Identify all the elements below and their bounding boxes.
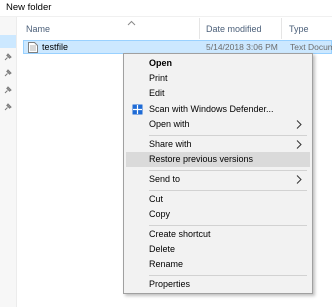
column-type[interactable]: Type: [289, 24, 309, 34]
menu-item-send-to[interactable]: Send to: [126, 172, 310, 187]
menu-item-create-shortcut[interactable]: Create shortcut: [126, 227, 310, 242]
menu-item-properties[interactable]: Properties: [126, 277, 310, 292]
title-bar: New folder: [0, 0, 332, 17]
file-row[interactable]: testfile 5/14/2018 3:06 PM Text Docum: [23, 40, 332, 54]
navigation-pane[interactable]: [0, 17, 17, 307]
context-menu: Open Print Edit Scan with Windows Defend…: [123, 53, 313, 294]
menu-item-share-with[interactable]: Share with: [126, 137, 310, 152]
column-date-modified[interactable]: Date modified: [206, 24, 262, 34]
menu-separator: [149, 190, 307, 191]
pin-icon: [3, 53, 12, 62]
sort-ascending-icon: [127, 18, 136, 26]
menu-item-label: Cut: [149, 194, 164, 204]
menu-separator: [149, 170, 307, 171]
pin-icon: [3, 103, 12, 112]
window-title: New folder: [6, 2, 52, 13]
text-file-icon: [28, 42, 38, 53]
menu-item-label: Delete: [149, 244, 176, 254]
menu-item-label: Open with: [149, 119, 190, 129]
menu-item-label: Rename: [149, 259, 184, 269]
column-divider[interactable]: [281, 18, 282, 39]
menu-item-label: Send to: [149, 174, 181, 184]
menu-item-label: Print: [149, 73, 168, 83]
windows-defender-icon: [132, 104, 143, 115]
menu-item-restore-previous-versions[interactable]: Restore previous versions: [126, 152, 310, 167]
menu-item-label: Share with: [149, 139, 192, 149]
menu-item-copy[interactable]: Copy: [126, 207, 310, 222]
menu-separator: [149, 275, 307, 276]
pin-icon: [3, 86, 12, 95]
file-type: Text Docum: [290, 42, 332, 52]
menu-item-cut[interactable]: Cut: [126, 192, 310, 207]
menu-item-label: Edit: [149, 88, 165, 98]
menu-item-scan-windows-defender[interactable]: Scan with Windows Defender...: [126, 102, 310, 117]
menu-item-label: Open: [149, 58, 173, 68]
menu-item-print[interactable]: Print: [126, 71, 310, 86]
menu-item-edit[interactable]: Edit: [126, 86, 310, 101]
file-date-modified: 5/14/2018 3:06 PM: [206, 42, 278, 52]
menu-item-label: Properties: [149, 279, 191, 289]
submenu-arrow-icon: [296, 120, 302, 129]
column-header: Name Date modified Type: [17, 17, 332, 39]
menu-item-delete[interactable]: Delete: [126, 242, 310, 257]
menu-item-open-with[interactable]: Open with: [126, 117, 310, 132]
menu-item-label: Copy: [149, 209, 171, 219]
column-name[interactable]: Name: [26, 24, 50, 34]
menu-item-label: Scan with Windows Defender...: [149, 104, 274, 114]
menu-separator: [149, 135, 307, 136]
menu-item-open[interactable]: Open: [126, 56, 310, 71]
menu-item-rename[interactable]: Rename: [126, 257, 310, 272]
submenu-arrow-icon: [296, 175, 302, 184]
nav-selected-item[interactable]: [0, 35, 16, 48]
column-divider[interactable]: [199, 18, 200, 39]
menu-item-label: Create shortcut: [149, 229, 211, 239]
pin-icon: [3, 69, 12, 78]
menu-separator: [149, 225, 307, 226]
file-name: testfile: [42, 42, 69, 52]
submenu-arrow-icon: [296, 140, 302, 149]
menu-item-label: Restore previous versions: [149, 154, 254, 164]
